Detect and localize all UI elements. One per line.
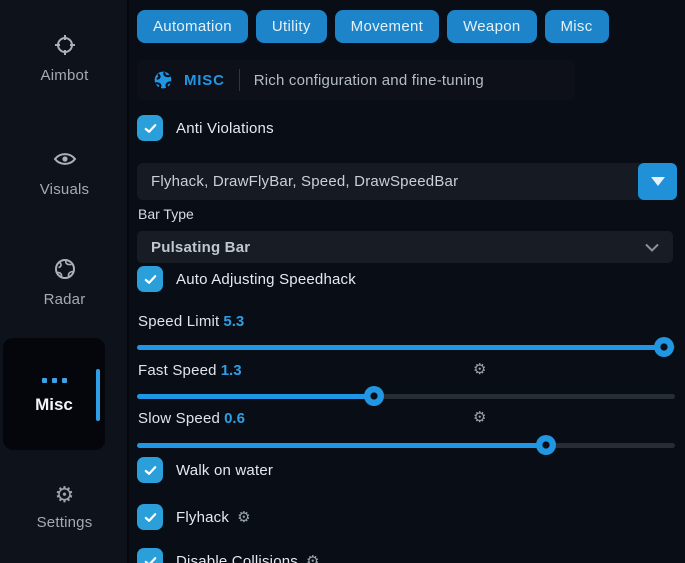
tab-automation[interactable]: Automation — [137, 10, 248, 43]
slider-fill — [137, 345, 664, 350]
bar-flags-multiselect[interactable]: Flyhack, DrawFlyBar, Speed, DrawSpeedBar — [137, 163, 677, 200]
anti-violations-checkbox[interactable] — [137, 115, 163, 141]
disable-collisions-label: Disable Collisions ⚙ — [176, 553, 320, 563]
flyhack-label: Flyhack ⚙ — [176, 509, 251, 526]
fast-speed-value: 1.3 — [221, 362, 242, 379]
sidebar-item-radar[interactable]: Radar — [0, 257, 129, 308]
globe-icon — [153, 70, 173, 90]
section-subtitle: Rich configuration and fine-tuning — [254, 72, 484, 89]
ellipsis-icon — [3, 378, 105, 383]
disable-collisions-row: Disable Collisions ⚙ — [137, 548, 320, 563]
dropdown-open-button[interactable] — [638, 163, 677, 200]
gear-icon: ⚙ — [55, 485, 75, 509]
anti-violations-row: Anti Violations — [137, 115, 274, 141]
sidebar-item-label: Visuals — [0, 181, 129, 198]
auto-adjusting-row: Auto Adjusting Speedhack — [137, 266, 356, 292]
slow-speed-gear-icon[interactable]: ⚙ — [473, 410, 486, 425]
walk-on-water-checkbox[interactable] — [137, 457, 163, 483]
sidebar-item-label: Settings — [0, 514, 129, 531]
tab-weapon[interactable]: Weapon — [447, 10, 536, 43]
crosshair-icon — [53, 33, 77, 57]
bar-type-label: Bar Type — [138, 206, 194, 222]
disable-collisions-gear-icon[interactable]: ⚙ — [306, 554, 320, 563]
section-header: MISC Rich configuration and fine-tuning — [137, 60, 575, 100]
anti-violations-label: Anti Violations — [176, 120, 274, 137]
fast-speed-gear-icon[interactable]: ⚙ — [473, 362, 486, 377]
sidebar: Aimbot Visuals Radar Misc ⚙ Settings — [0, 0, 129, 563]
fast-speed-label: Fast Speed1.3 — [138, 362, 242, 379]
triangle-down-icon — [651, 177, 665, 186]
speed-limit-slider[interactable] — [137, 337, 675, 357]
sidebar-item-label: Misc — [3, 395, 105, 415]
bar-type-value: Pulsating Bar — [151, 239, 250, 256]
header-divider — [239, 69, 240, 91]
slider-thumb[interactable] — [536, 435, 556, 455]
auto-adjusting-label: Auto Adjusting Speedhack — [176, 271, 356, 288]
sidebar-item-aimbot[interactable]: Aimbot — [0, 33, 129, 84]
slow-speed-slider[interactable] — [137, 435, 675, 455]
tab-utility[interactable]: Utility — [256, 10, 327, 43]
slider-thumb[interactable] — [654, 337, 674, 357]
walk-on-water-row: Walk on water — [137, 457, 273, 483]
fast-speed-slider[interactable] — [137, 386, 675, 406]
bar-type-select[interactable]: Pulsating Bar — [137, 231, 673, 263]
slider-thumb[interactable] — [364, 386, 384, 406]
category-tabs: Automation Utility Movement Weapon Misc — [137, 10, 609, 43]
auto-adjusting-checkbox[interactable] — [137, 266, 163, 292]
bar-flags-value: Flyhack, DrawFlyBar, Speed, DrawSpeedBar — [137, 173, 638, 190]
speed-limit-label: Speed Limit5.3 — [138, 313, 244, 330]
section-title: MISC — [184, 72, 225, 89]
slow-speed-value: 0.6 — [224, 410, 245, 427]
globe-icon — [53, 257, 77, 281]
disable-collisions-checkbox[interactable] — [137, 548, 163, 563]
flyhack-row: Flyhack ⚙ — [137, 504, 251, 530]
tab-misc[interactable]: Misc — [545, 10, 609, 43]
slider-fill — [137, 394, 374, 399]
flyhack-gear-icon[interactable]: ⚙ — [237, 510, 251, 525]
sidebar-item-settings[interactable]: ⚙ Settings — [0, 485, 129, 531]
sidebar-item-label: Aimbot — [0, 67, 129, 84]
active-indicator — [96, 369, 100, 421]
sidebar-item-visuals[interactable]: Visuals — [0, 147, 129, 198]
chevron-down-icon — [645, 243, 659, 252]
speed-limit-value: 5.3 — [223, 313, 244, 330]
main-content: Automation Utility Movement Weapon Misc … — [137, 0, 685, 563]
slow-speed-label: Slow Speed0.6 — [138, 410, 245, 427]
tab-movement[interactable]: Movement — [335, 10, 439, 43]
sidebar-item-label: Radar — [0, 291, 129, 308]
eye-icon — [53, 147, 77, 171]
walk-on-water-label: Walk on water — [176, 462, 273, 479]
flyhack-checkbox[interactable] — [137, 504, 163, 530]
slider-fill — [137, 443, 546, 448]
sidebar-item-misc[interactable]: Misc — [3, 338, 105, 450]
